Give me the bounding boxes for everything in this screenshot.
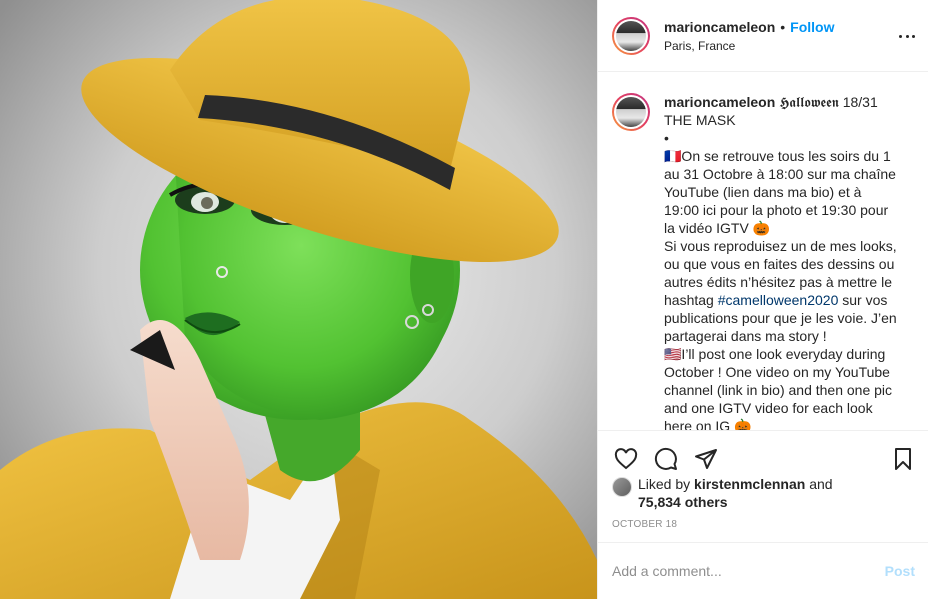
more-options-icon[interactable] [899, 28, 915, 44]
post-actions-bar [598, 430, 928, 478]
post-detail-panel: marioncameleon • Follow Paris, France ma… [597, 0, 928, 599]
post-header: marioncameleon • Follow Paris, France [598, 0, 928, 72]
green-mask-portrait-image [0, 0, 597, 599]
comment-icon[interactable] [652, 445, 680, 473]
liker-username[interactable]: kirstenmclennan [694, 476, 805, 492]
caption-author-avatar[interactable] [612, 93, 650, 131]
caption-body-text-after: sur vos publications pour que je les voi… [664, 292, 897, 430]
liker-avatar[interactable] [612, 477, 632, 497]
bookmark-icon[interactable] [889, 445, 917, 473]
comment-bar: Post [598, 542, 928, 599]
likes-others-link[interactable]: 75,834 others [638, 494, 728, 510]
author-username[interactable]: marioncameleon [664, 19, 775, 35]
follow-button[interactable]: Follow [790, 19, 834, 35]
likes-and: and [805, 476, 833, 492]
likes-summary: Liked by kirstenmclennan and 75,834 othe… [612, 475, 912, 511]
post-photo[interactable] [0, 0, 597, 599]
author-avatar[interactable] [612, 16, 650, 55]
post-comment-button[interactable]: Post [885, 563, 915, 579]
caption-body-text: 𝕳𝖆𝖑𝖑𝖔𝖜𝖊𝖊𝖓 18/31 THE MASK • 🇫🇷On se retro… [664, 94, 897, 308]
heart-icon[interactable] [612, 445, 640, 473]
hashtag-link[interactable]: #camelloween2020 [718, 292, 839, 308]
caption-username[interactable]: marioncameleon [664, 94, 775, 110]
author-avatar-image [616, 20, 646, 51]
caption-scroll-area[interactable]: marioncameleon 𝕳𝖆𝖑𝖑𝖔𝖜𝖊𝖊𝖓 18/31 THE MASK •… [598, 73, 928, 430]
share-icon[interactable] [692, 445, 720, 473]
post-date[interactable]: OCTOBER 18 [612, 519, 677, 530]
caption-text: marioncameleon 𝕳𝖆𝖑𝖑𝖔𝖜𝖊𝖊𝖓 18/31 THE MASK •… [664, 93, 900, 430]
location-link[interactable]: Paris, France [664, 39, 835, 53]
likes-prefix: Liked by [638, 476, 695, 492]
comment-input[interactable] [612, 563, 885, 579]
separator-dot: • [780, 18, 786, 35]
